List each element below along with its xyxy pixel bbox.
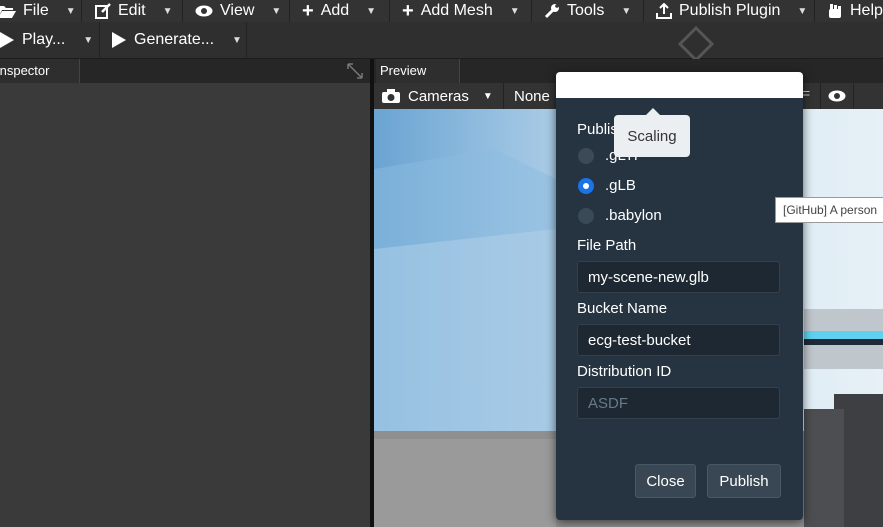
- distribution-id-label: Distribution ID: [577, 363, 672, 380]
- tab-inspector-label: Inspector: [0, 63, 50, 78]
- chevron-down-icon: ▼: [621, 5, 632, 17]
- play-button[interactable]: Play... ▼: [0, 22, 100, 58]
- menu-add-label: Add: [320, 2, 350, 19]
- distribution-id-input[interactable]: [577, 387, 780, 419]
- chevron-down-icon: ▼: [162, 5, 173, 17]
- wrench-icon: [544, 3, 560, 19]
- folder-open-icon: [0, 4, 16, 18]
- secondary-toolbar: Play... ▼ Generate... ▼: [0, 22, 883, 62]
- radio-babylon[interactable]: [578, 208, 594, 224]
- chevron-down-icon: ▼: [482, 90, 493, 102]
- hand-icon: [827, 3, 843, 19]
- menu-publish-plugin[interactable]: Publish Plugin ▼: [644, 0, 815, 22]
- menu-publish-plugin-label: Publish Plugin: [679, 2, 781, 19]
- none-label: None: [514, 87, 550, 105]
- generate-button[interactable]: Generate... ▼: [100, 22, 247, 58]
- cameras-dropdown[interactable]: Cameras ▼: [374, 83, 504, 109]
- menu-add-mesh[interactable]: + Add Mesh ▼: [390, 0, 532, 22]
- inspector-panel: [0, 59, 370, 527]
- bucket-name-label: Bucket Name: [577, 300, 668, 317]
- file-path-label: File Path: [577, 237, 637, 254]
- cameras-label: Cameras: [408, 87, 469, 105]
- menu-lines-icon[interactable]: =: [802, 85, 810, 101]
- github-tooltip: [GitHub] A person: [775, 197, 883, 223]
- chevron-down-icon: ▼: [232, 34, 242, 46]
- edit-icon: [95, 3, 111, 19]
- transform-gizmo-icon[interactable]: [678, 26, 714, 62]
- radio-gltf[interactable]: [578, 148, 594, 164]
- plus-icon: +: [402, 0, 414, 22]
- menu-help-label: Help: [850, 2, 883, 19]
- chevron-down-icon: ▼: [271, 5, 282, 17]
- menu-tools-label: Tools: [567, 2, 605, 19]
- scaling-tooltip: Scaling: [614, 115, 690, 157]
- eye-icon: [195, 5, 213, 17]
- upload-icon: [656, 3, 672, 19]
- close-button[interactable]: Close: [635, 464, 696, 498]
- plus-icon: +: [302, 0, 314, 22]
- maximize-icon[interactable]: [347, 63, 363, 79]
- menu-edit-label: Edit: [118, 2, 146, 19]
- eye-icon: [828, 90, 846, 102]
- file-path-input[interactable]: [577, 261, 780, 293]
- radio-glb[interactable]: [578, 178, 594, 194]
- menu-file-label: File: [23, 2, 49, 19]
- chevron-down-icon: ▼: [83, 34, 94, 46]
- play-icon: [112, 32, 126, 48]
- camera-icon: [382, 89, 400, 103]
- menu-bar: File ▼ Edit ▼ View ▼ + Add ▼ + Add Mesh …: [0, 0, 883, 22]
- tab-preview-label: Preview: [380, 63, 427, 78]
- menu-tools[interactable]: Tools ▼: [532, 0, 644, 22]
- tab-preview[interactable]: Preview: [376, 59, 460, 83]
- tab-inspector[interactable]: Inspector: [0, 59, 80, 83]
- inspector-tabbar: Inspector: [0, 59, 370, 83]
- menu-view[interactable]: View ▼: [183, 0, 290, 22]
- chevron-down-icon: ▼: [509, 5, 520, 17]
- menu-add-mesh-label: Add Mesh: [420, 2, 493, 19]
- chevron-down-icon: ▼: [366, 5, 377, 17]
- menu-help[interactable]: Help: [815, 0, 883, 22]
- bucket-name-input[interactable]: [577, 324, 780, 356]
- chevron-down-icon: ▼: [65, 5, 76, 17]
- radio-glb-label: .gLB: [605, 177, 636, 194]
- visibility-toggle[interactable]: [820, 83, 854, 109]
- play-icon: [0, 32, 14, 48]
- menu-view-label: View: [220, 2, 255, 19]
- publish-button[interactable]: Publish: [707, 464, 781, 498]
- dialog-title-bar[interactable]: [556, 72, 803, 98]
- menu-add[interactable]: + Add ▼: [290, 0, 390, 22]
- menu-file[interactable]: File ▼: [0, 0, 82, 22]
- chevron-down-icon: ▼: [797, 5, 808, 17]
- menu-edit[interactable]: Edit ▼: [83, 0, 183, 22]
- radio-babylon-label: .babylon: [605, 207, 662, 224]
- play-label: Play...: [22, 31, 66, 48]
- generate-label: Generate...: [134, 31, 215, 48]
